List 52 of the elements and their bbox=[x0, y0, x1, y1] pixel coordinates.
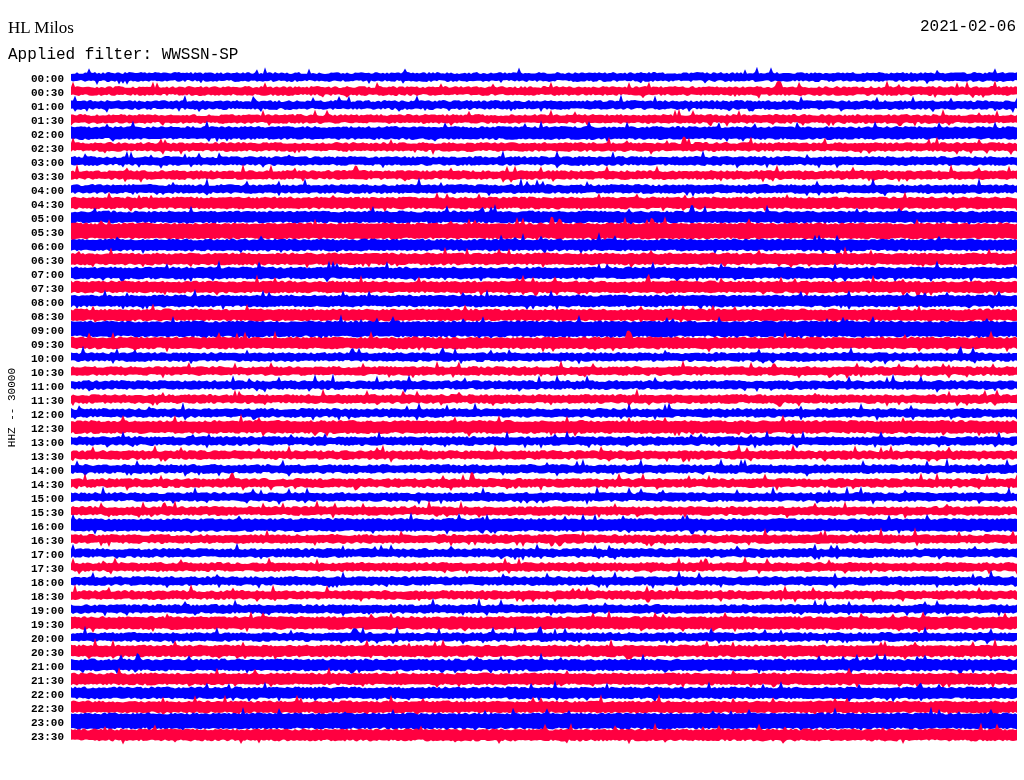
time-label: 18:00 bbox=[30, 576, 65, 590]
time-label: 18:30 bbox=[30, 590, 65, 604]
time-label: 12:30 bbox=[30, 422, 65, 436]
time-label: 17:30 bbox=[30, 562, 65, 576]
time-label: 03:00 bbox=[30, 156, 65, 170]
time-label: 10:00 bbox=[30, 352, 65, 366]
time-label: 13:00 bbox=[30, 436, 65, 450]
time-label: 23:00 bbox=[30, 716, 65, 730]
time-label: 20:30 bbox=[30, 646, 65, 660]
time-label: 19:30 bbox=[30, 618, 65, 632]
time-label: 22:00 bbox=[30, 688, 65, 702]
time-label: 16:00 bbox=[30, 520, 65, 534]
time-label: 04:30 bbox=[30, 198, 65, 212]
time-label: 08:00 bbox=[30, 296, 65, 310]
time-label: 14:30 bbox=[30, 478, 65, 492]
time-label: 14:00 bbox=[30, 464, 65, 478]
channel-axis-label: HHZ -- 30000 bbox=[6, 368, 18, 448]
time-label: 20:00 bbox=[30, 632, 65, 646]
time-label: 11:00 bbox=[30, 380, 65, 394]
time-label: 12:00 bbox=[30, 408, 65, 422]
time-label: 08:30 bbox=[30, 310, 65, 324]
time-label: 02:00 bbox=[30, 128, 65, 142]
time-label: 13:30 bbox=[30, 450, 65, 464]
time-label: 07:00 bbox=[30, 268, 65, 282]
time-label: 16:30 bbox=[30, 534, 65, 548]
time-label: 05:00 bbox=[30, 212, 65, 226]
time-label: 03:30 bbox=[30, 170, 65, 184]
time-label: 06:00 bbox=[30, 240, 65, 254]
time-label: 06:30 bbox=[30, 254, 65, 268]
time-label: 07:30 bbox=[30, 282, 65, 296]
time-label: 00:00 bbox=[30, 72, 65, 86]
time-label: 15:30 bbox=[30, 506, 65, 520]
station-title: HL Milos bbox=[8, 18, 74, 38]
time-label: 02:30 bbox=[30, 142, 65, 156]
filter-label: Applied filter: WWSSN-SP bbox=[7, 45, 240, 64]
time-label: 10:30 bbox=[30, 366, 65, 380]
time-label: 19:00 bbox=[30, 604, 65, 618]
time-label: 17:00 bbox=[30, 548, 65, 562]
time-label: 04:00 bbox=[30, 184, 65, 198]
time-label: 01:30 bbox=[30, 114, 65, 128]
time-label: 11:30 bbox=[30, 394, 65, 408]
time-label: 23:30 bbox=[30, 730, 65, 744]
date-label: 2021-02-06 bbox=[920, 18, 1016, 38]
time-label: 09:00 bbox=[30, 324, 65, 338]
time-label: 05:30 bbox=[30, 226, 65, 240]
time-label: 22:30 bbox=[30, 702, 65, 716]
time-label: 15:00 bbox=[30, 492, 65, 506]
time-label: 21:30 bbox=[30, 674, 65, 688]
time-label: 09:30 bbox=[30, 338, 65, 352]
time-label: 00:30 bbox=[30, 86, 65, 100]
time-label: 01:00 bbox=[30, 100, 65, 114]
time-label: 21:00 bbox=[30, 660, 65, 674]
